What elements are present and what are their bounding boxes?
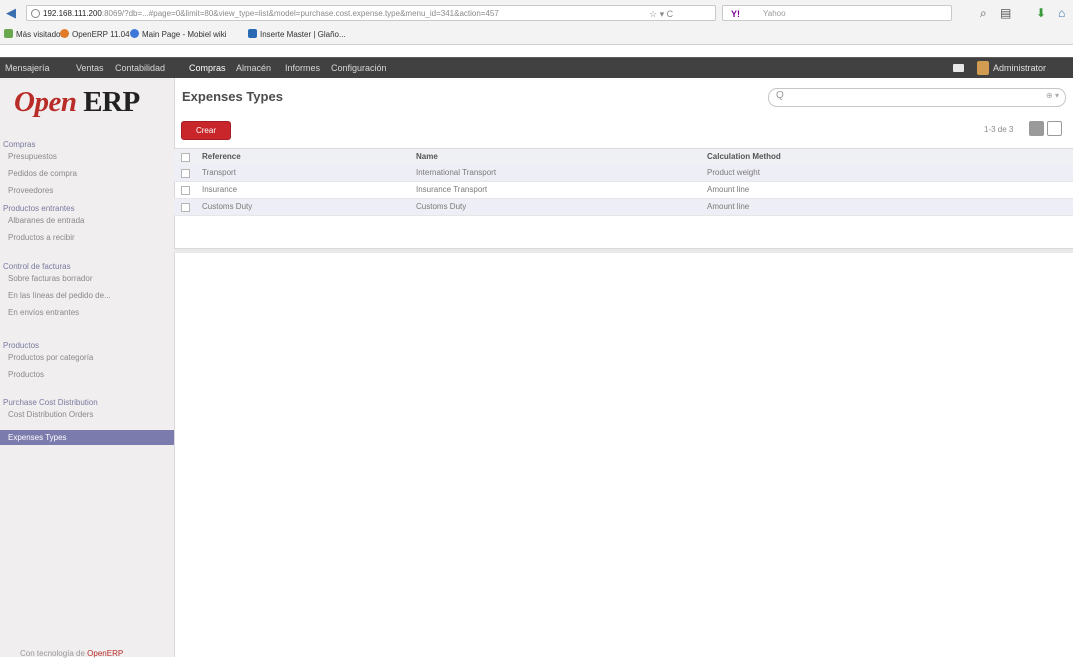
sidebar-item-presupuestos[interactable]: Presupuestos	[8, 149, 171, 164]
user-menu[interactable]: Administrator	[993, 58, 1046, 78]
sidebar-item-en-envios-entrantes[interactable]: En envíos entrantes	[8, 305, 171, 320]
menu-configuracion[interactable]: Configuración	[331, 58, 387, 78]
bookmark-icon	[130, 29, 139, 38]
url-path: :8069/?db=...#page=0&limit=80&view_type=…	[101, 9, 499, 18]
table-header: Reference Name Calculation Method	[174, 148, 1073, 166]
bookmarks-menu-icon[interactable]: ▤	[1000, 5, 1011, 21]
row-checkbox[interactable]	[181, 186, 190, 195]
back-arrow-icon[interactable]: ◀	[4, 6, 18, 20]
select-all-checkbox[interactable]	[181, 153, 190, 162]
sidebar-item-proveedores[interactable]: Proveedores	[8, 183, 171, 198]
sidebar-item-en-las-lineas-del-pedido[interactable]: En las líneas del pedido de...	[8, 288, 171, 303]
sidebar-item-productos[interactable]: Productos	[8, 367, 171, 382]
top-menu-bar: Mensajería Ventas Contabilidad Compras A…	[0, 57, 1073, 78]
menu-mensajeria[interactable]: Mensajería	[5, 58, 50, 78]
bookmark-label: Inserte Master | Glaño...	[260, 30, 346, 39]
sidebar: Open ERP Compras Presupuestos Pedidos de…	[0, 78, 175, 658]
cell-name: Insurance Transport	[416, 185, 488, 194]
sidebar-group-productos-entrantes: Productos entrantes	[3, 204, 75, 213]
search-input[interactable]: Q ⊕ ▾	[768, 88, 1066, 107]
bookmark-inserte[interactable]: Inserte Master | Glaño...	[248, 26, 346, 44]
logo-erp: ERP	[83, 86, 140, 118]
bookmark-icon	[60, 29, 69, 38]
row-checkbox[interactable]	[181, 169, 190, 178]
browser-search-placeholder: Yahoo	[763, 9, 786, 18]
page-title: Expenses Types	[182, 89, 283, 104]
bookmark-label: Main Page - Mobiel wiki	[142, 30, 227, 39]
address-bar[interactable]: 192.168.111.200:8069/?db=...#page=0&limi…	[26, 5, 716, 21]
sidebar-item-productos-a-recibir[interactable]: Productos a recibir	[8, 230, 171, 245]
cell-reference: Insurance	[202, 185, 238, 194]
cell-reference: Customs Duty	[202, 202, 253, 211]
cell-calculation-method: Amount line	[707, 202, 750, 211]
menu-informes[interactable]: Informes	[285, 58, 320, 78]
url-host: 192.168.111.200	[43, 9, 102, 18]
bookmark-most-visited[interactable]: Más visitados	[4, 26, 64, 44]
cell-calculation-method: Amount line	[707, 185, 750, 194]
sidebar-group-productos: Productos	[3, 341, 40, 350]
cell-name: International Transport	[416, 168, 497, 177]
globe-icon	[31, 9, 40, 18]
sidebar-group-control-de-facturas: Control de facturas	[3, 262, 71, 271]
sidebar-item-sobre-facturas-borrador[interactable]: Sobre facturas borrador	[8, 271, 171, 286]
sidebar-item-cost-distribution-orders[interactable]: Cost Distribution Orders	[8, 407, 171, 422]
create-button[interactable]: Crear	[181, 121, 231, 140]
cell-name: Customs Duty	[416, 202, 467, 211]
menu-ventas[interactable]: Ventas	[76, 58, 104, 78]
navigation-row: ◀ 192.168.111.200:8069/?db=...#page=0&li…	[0, 0, 1073, 26]
reload-icon[interactable]: ☆ ▾ C	[649, 6, 673, 20]
bookmark-label: Más visitados	[16, 30, 65, 39]
bookmark-openerp[interactable]: OpenERP 11.04	[60, 26, 130, 44]
mail-icon[interactable]	[953, 64, 964, 72]
sidebar-group-compras: Compras	[3, 140, 36, 149]
search-options-dropdown-icon[interactable]: ⊕ ▾	[1046, 91, 1059, 100]
sidebar-item-productos-por-categoria[interactable]: Productos por categoría	[8, 350, 171, 365]
yahoo-logo-icon: Y!	[731, 9, 740, 19]
logo-open: Open	[14, 86, 77, 118]
sidebar-item-albaranes-de-entrada[interactable]: Albaranes de entrada	[8, 213, 171, 228]
sidebar-item-expenses-types[interactable]: Expenses Types	[0, 430, 174, 445]
menu-almacen[interactable]: Almacén	[236, 58, 271, 78]
sidebar-group-purchase-cost-distribution: Purchase Cost Distribution	[3, 398, 98, 407]
download-icon[interactable]: ⬇	[1036, 5, 1046, 21]
bookmark-label: OpenERP 11.04	[72, 30, 130, 39]
table-row[interactable]: Insurance Insurance Transport Amount lin…	[174, 182, 1073, 199]
column-header-name[interactable]: Name	[416, 149, 438, 165]
column-header-calculation-method[interactable]: Calculation Method	[707, 149, 781, 165]
bookmark-icon	[4, 29, 13, 38]
pager[interactable]: 1-3 de 3	[984, 125, 1013, 134]
avatar[interactable]	[977, 61, 989, 75]
sidebar-item-pedidos-de-compra[interactable]: Pedidos de compra	[8, 166, 171, 181]
menu-compras[interactable]: Compras	[189, 58, 226, 78]
table-row[interactable]: Transport International Transport Produc…	[174, 165, 1073, 182]
cell-calculation-method: Product weight	[707, 168, 760, 177]
bookmark-icon	[248, 29, 257, 38]
cell-reference: Transport	[202, 168, 236, 177]
home-icon[interactable]: ⌂	[1058, 5, 1065, 21]
magnifier-icon[interactable]: ⌕	[980, 5, 987, 21]
form-view-icon[interactable]	[1047, 121, 1062, 136]
browser-toolbar: ◀ 192.168.111.200:8069/?db=...#page=0&li…	[0, 0, 1073, 45]
openerp-logo[interactable]: Open ERP	[14, 86, 140, 119]
list-view-icon[interactable]	[1029, 121, 1044, 136]
table-footer	[174, 248, 1073, 253]
row-checkbox[interactable]	[181, 203, 190, 212]
search-icon: Q	[776, 90, 784, 101]
browser-search-box[interactable]: Y! Yahoo	[722, 5, 952, 21]
table-row[interactable]: Customs Duty Customs Duty Amount line	[174, 199, 1073, 216]
bookmark-main-page[interactable]: Main Page - Mobiel wiki	[130, 26, 226, 44]
column-header-reference[interactable]: Reference	[202, 149, 241, 165]
menu-contabilidad[interactable]: Contabilidad	[115, 58, 165, 78]
bookmarks-bar: Más visitados OpenERP 11.04 Main Page - …	[0, 26, 1073, 44]
